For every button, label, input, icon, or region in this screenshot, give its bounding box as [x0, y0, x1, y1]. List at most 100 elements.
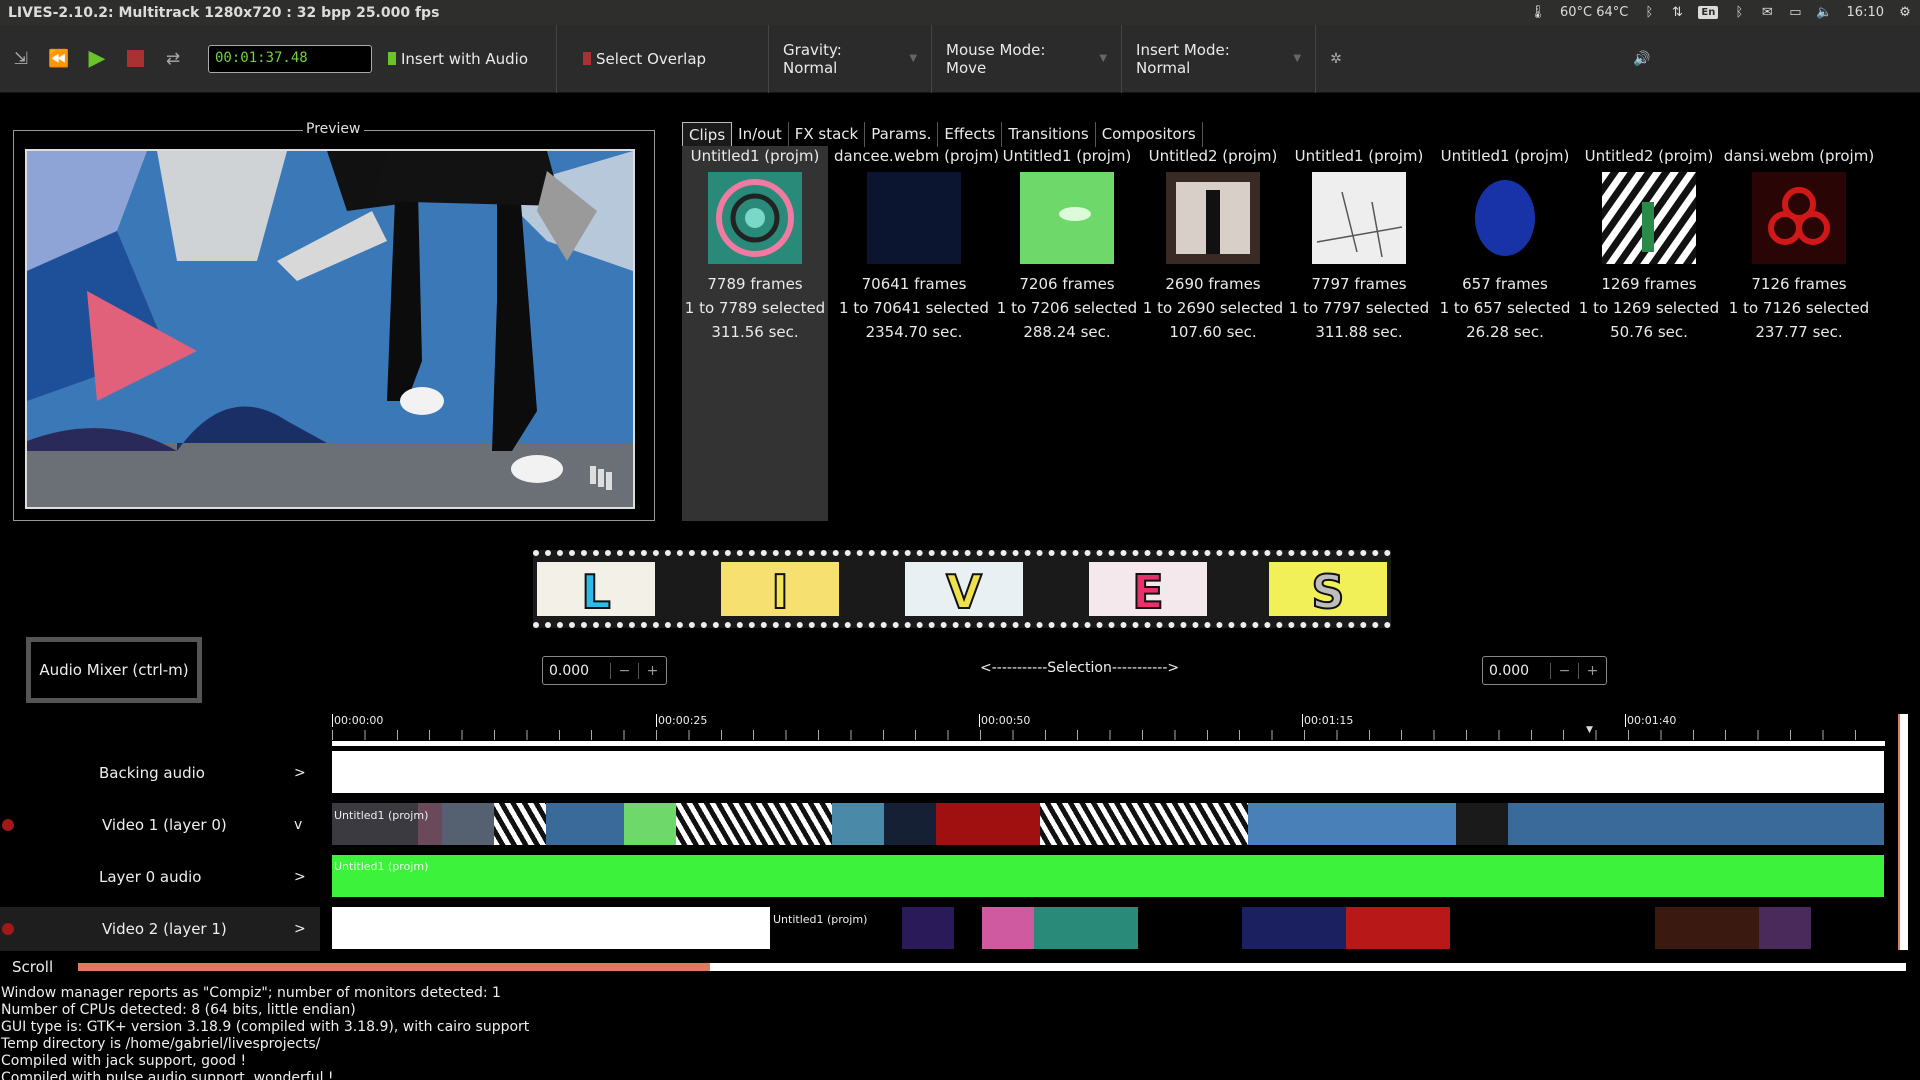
loop-button[interactable]: ⇄: [154, 40, 192, 78]
expand-icon[interactable]: >: [294, 765, 320, 781]
expand-icon[interactable]: >: [294, 869, 320, 885]
track-block[interactable]: [546, 803, 624, 845]
bluetooth-icon[interactable]: ᛒ: [1732, 5, 1746, 20]
tab-effects[interactable]: Effects: [938, 122, 1003, 147]
tab-in-out[interactable]: In/out: [732, 122, 789, 147]
track-block[interactable]: [1040, 803, 1248, 845]
timeline-ruler[interactable]: 00:00:00 00:00:25 00:00:50 00:01:15 00:0…: [332, 708, 1885, 746]
record-indicator-icon[interactable]: [2, 819, 14, 831]
clip-item[interactable]: Untitled1 (projm) 657 frames 1 to 657 se…: [1432, 146, 1578, 344]
track-backing-audio[interactable]: [332, 751, 1884, 793]
clip-thumbnail[interactable]: [1752, 172, 1846, 264]
rewind-button[interactable]: ⏪: [40, 40, 78, 78]
plus-icon[interactable]: +: [1578, 662, 1606, 679]
track-block[interactable]: [442, 803, 494, 845]
clip-thumbnail[interactable]: [1458, 172, 1552, 264]
select-overlap-button[interactable]: Select Overlap: [583, 50, 706, 68]
clip-frames: 1269 frames: [1601, 275, 1697, 293]
gravity-combo[interactable]: Gravity: Normal ▼: [769, 24, 933, 93]
play-button[interactable]: ▶: [78, 40, 116, 78]
expand-icon[interactable]: >: [294, 921, 320, 937]
track-block[interactable]: [1508, 803, 1884, 845]
battery-icon[interactable]: ▭: [1788, 5, 1802, 20]
volume-icon[interactable]: 🔊: [1622, 51, 1662, 67]
network-icon[interactable]: ⇅: [1670, 5, 1684, 20]
clock[interactable]: 16:10: [1847, 5, 1884, 20]
clip-thumbnail[interactable]: [1166, 172, 1260, 264]
tab-fx-stack[interactable]: FX stack: [789, 122, 866, 147]
track-label-video-2[interactable]: Video 2 (layer 1) >: [0, 907, 320, 951]
selection-end-value[interactable]: 0.000: [1483, 663, 1550, 679]
fullscreen-toggle-icon[interactable]: ⇲: [2, 40, 40, 78]
insert-mode-combo[interactable]: Insert Mode: Normal ▼: [1122, 24, 1317, 93]
clip-range: 1 to 7126 selected: [1728, 299, 1870, 317]
clip-thumbnail[interactable]: [1312, 172, 1406, 264]
keyboard-layout-indicator[interactable]: En: [1698, 6, 1719, 19]
track-video-1[interactable]: Untitled1 (projm): [332, 803, 1884, 845]
timeline-horizontal-scrollbar[interactable]: [78, 963, 1906, 971]
track-label-video-1[interactable]: Video 1 (layer 0) v: [0, 803, 320, 847]
track-block[interactable]: [884, 803, 936, 845]
track-video-2[interactable]: Untitled1 (projm): [332, 907, 1884, 949]
track-block[interactable]: [1759, 907, 1811, 949]
track-block[interactable]: [902, 907, 954, 949]
audio-mixer-button[interactable]: Audio Mixer (ctrl-m): [26, 637, 202, 703]
minus-icon[interactable]: −: [610, 662, 638, 679]
track-block[interactable]: [1248, 803, 1456, 845]
selection-start-value[interactable]: 0.000: [543, 663, 610, 679]
collapse-icon[interactable]: v: [294, 817, 320, 833]
clip-item[interactable]: Untitled2 (projm) 1269 frames 1 to 1269 …: [1576, 146, 1722, 344]
track-label-backing-audio[interactable]: Backing audio >: [0, 751, 320, 795]
clip-item[interactable]: Untitled1 (projm) 7206 frames 1 to 7206 …: [994, 146, 1140, 344]
clip-thumbnail[interactable]: [867, 172, 961, 264]
scrollbar-thumb[interactable]: [78, 963, 710, 971]
track-block[interactable]: [676, 803, 832, 845]
clip-item[interactable]: Untitled1 (projm) 7789 frames 1 to 7789 …: [682, 146, 828, 521]
selection-start-spinbox[interactable]: 0.000 − +: [542, 656, 667, 685]
track-block[interactable]: [1346, 907, 1450, 949]
clip-thumbnail[interactable]: [1602, 172, 1696, 264]
track-block[interactable]: [1242, 907, 1346, 949]
track-label-layer-0-audio[interactable]: Layer 0 audio >: [0, 855, 320, 899]
tab-transitions[interactable]: Transitions: [1002, 122, 1096, 147]
selection-end-spinbox[interactable]: 0.000 − +: [1482, 656, 1607, 685]
track-block[interactable]: [494, 803, 546, 845]
clip-thumbnail[interactable]: [1020, 172, 1114, 264]
timecode-field[interactable]: 00:01:37.48: [208, 44, 372, 73]
empty-region[interactable]: [332, 907, 770, 949]
track-layer-0-audio[interactable]: Untitled1 (projm): [332, 855, 1884, 897]
bluetooth-icon[interactable]: ᛒ: [1642, 5, 1656, 20]
clip-thumbnail[interactable]: [708, 172, 802, 264]
gear-icon[interactable]: ⚙: [1898, 5, 1912, 20]
logo-letter-v: V: [905, 562, 1023, 620]
thermometer-icon[interactable]: 🌡: [1530, 5, 1547, 20]
clip-item[interactable]: dancee.webm (projm) 70641 frames 1 to 70…: [834, 146, 999, 344]
track-block[interactable]: [1034, 907, 1138, 949]
volume-icon[interactable]: 🔈: [1816, 5, 1832, 20]
mail-icon[interactable]: ✉: [1760, 5, 1774, 20]
stop-button[interactable]: [116, 40, 154, 78]
logo-letter-l: L: [537, 562, 655, 620]
record-indicator-icon[interactable]: [2, 923, 14, 935]
track-block[interactable]: [1456, 803, 1508, 845]
insert-with-audio-checkbox[interactable]: Insert with Audio: [388, 50, 528, 68]
clip-item[interactable]: Untitled2 (projm) 2690 frames 1 to 2690 …: [1140, 146, 1286, 344]
track-block[interactable]: [982, 907, 1034, 949]
track-block[interactable]: [624, 803, 676, 845]
track-block[interactable]: [1655, 907, 1759, 949]
minus-icon[interactable]: −: [1550, 662, 1578, 679]
grab-focus-icon[interactable]: ✲: [1316, 51, 1356, 67]
temperature-readout[interactable]: 60°C 64°C: [1560, 5, 1628, 20]
mouse-mode-combo[interactable]: Mouse Mode: Move ▼: [932, 24, 1123, 93]
tab-params[interactable]: Params.: [865, 122, 939, 147]
clip-item[interactable]: dansi.webm (projm) 7126 frames 1 to 7126…: [1722, 146, 1876, 344]
track-block[interactable]: [832, 803, 884, 845]
playhead-marker-icon[interactable]: ▼: [1586, 725, 1593, 735]
plus-icon[interactable]: +: [638, 662, 666, 679]
track-block[interactable]: [936, 803, 1040, 845]
timeline-vertical-scrollbar[interactable]: [1898, 714, 1908, 950]
tab-compositors[interactable]: Compositors: [1096, 122, 1203, 147]
selection-label: <-----------Selection----------->: [980, 660, 1180, 676]
tab-clips[interactable]: Clips: [682, 122, 733, 147]
clip-item[interactable]: Untitled1 (projm) 7797 frames 1 to 7797 …: [1286, 146, 1432, 344]
